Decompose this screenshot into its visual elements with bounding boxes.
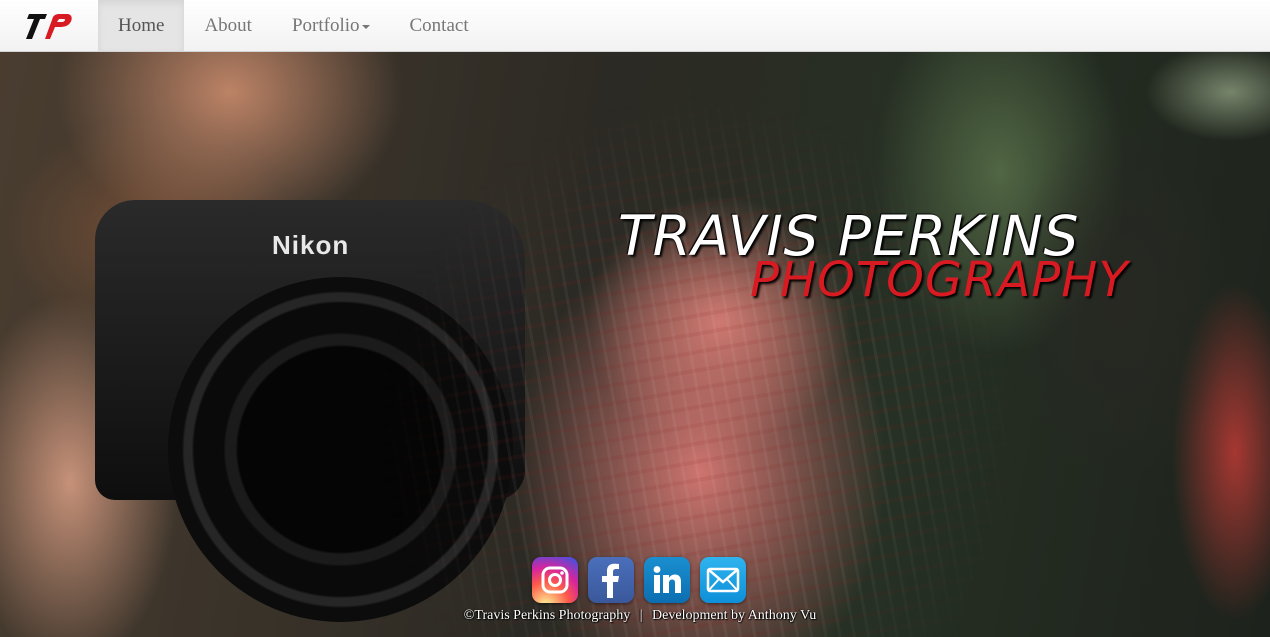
camera-brand-text: Nikon bbox=[272, 230, 350, 260]
copyright-text: ©Travis Perkins Photography bbox=[463, 608, 631, 623]
camera-lens bbox=[168, 277, 513, 622]
nav-home[interactable]: Home bbox=[98, 0, 185, 51]
nav-home-label: Home bbox=[118, 14, 165, 36]
footer-separator: | bbox=[639, 608, 643, 623]
email-icon[interactable] bbox=[700, 557, 746, 603]
caret-down-icon bbox=[361, 24, 370, 29]
instagram-icon[interactable] bbox=[532, 557, 578, 603]
social-links bbox=[532, 557, 746, 603]
nav-portfolio-label: Portfolio bbox=[291, 14, 360, 36]
camera-body bbox=[95, 200, 525, 500]
nav-about[interactable]: About bbox=[184, 0, 272, 51]
site-subtitle: PHOTOGRAPHY bbox=[750, 252, 1129, 308]
nav-about-label: About bbox=[204, 14, 252, 36]
nav-contact-label: Contact bbox=[409, 14, 469, 36]
main-nav: Home About Portfolio Contact bbox=[98, 0, 489, 51]
developer-credit[interactable]: Development by Anthony Vu bbox=[652, 608, 816, 623]
hero-background-photo: Nikon TRAVIS PERKINS PHOTOGRAPHY ©Travis… bbox=[0, 52, 1270, 637]
nav-portfolio-dropdown[interactable]: Portfolio bbox=[272, 0, 390, 51]
footer-credits: ©Travis Perkins Photography | Developmen… bbox=[0, 608, 1270, 624]
linkedin-icon[interactable] bbox=[644, 557, 690, 603]
tp-logo-icon bbox=[26, 13, 72, 39]
brand-logo[interactable] bbox=[0, 0, 98, 51]
nav-contact[interactable]: Contact bbox=[390, 0, 489, 51]
facebook-icon[interactable] bbox=[588, 557, 634, 603]
navbar: Home About Portfolio Contact bbox=[0, 0, 1270, 52]
